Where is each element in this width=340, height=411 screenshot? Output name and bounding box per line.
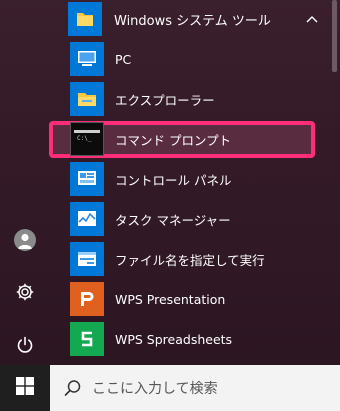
command-prompt-icon: C:\_ bbox=[70, 122, 104, 156]
app-label: エクスプローラー bbox=[115, 92, 215, 108]
search-placeholder: ここに入力して検索 bbox=[92, 381, 218, 397]
folder-icon bbox=[68, 2, 102, 36]
app-item-command-prompt[interactable]: C:\_ コマンド プロンプト bbox=[70, 120, 332, 158]
taskbar: ここに入力して検索 bbox=[0, 365, 340, 411]
app-item-control-panel[interactable]: コントロール パネル bbox=[70, 160, 332, 198]
app-label: コントロール パネル bbox=[115, 172, 232, 188]
power-button[interactable] bbox=[9, 331, 41, 363]
file-explorer-icon bbox=[70, 82, 104, 116]
control-panel-icon bbox=[70, 162, 104, 196]
user-account-button[interactable] bbox=[9, 224, 41, 256]
collapse-chevron-icon[interactable] bbox=[306, 12, 318, 26]
app-item-wps-spreadsheets[interactable]: WPS Spreadsheets bbox=[70, 320, 332, 358]
windows-logo-icon bbox=[16, 377, 34, 399]
computer-icon bbox=[70, 42, 104, 76]
app-item-pc[interactable]: PC bbox=[70, 40, 332, 78]
app-label: PC bbox=[115, 51, 132, 67]
group-label: Windows システム ツール bbox=[114, 13, 271, 29]
search-icon bbox=[64, 379, 82, 397]
app-label: タスク マネージャー bbox=[115, 212, 231, 228]
app-item-wps-presentation[interactable]: WPS Presentation bbox=[70, 280, 332, 318]
app-label: WPS Presentation bbox=[115, 291, 226, 307]
app-list-scrollbar[interactable] bbox=[332, 0, 337, 72]
settings-button[interactable] bbox=[9, 278, 41, 310]
run-icon bbox=[70, 242, 104, 276]
app-item-file-explorer[interactable]: エクスプローラー bbox=[70, 80, 332, 118]
app-label: ファイル名を指定して実行 bbox=[115, 252, 265, 268]
app-label: コマンド プロンプト bbox=[115, 132, 232, 148]
app-item-run[interactable]: ファイル名を指定して実行 bbox=[70, 240, 332, 278]
settings-icon bbox=[15, 282, 35, 306]
user-avatar bbox=[14, 229, 36, 251]
wps-presentation-icon bbox=[70, 282, 104, 316]
start-menu: Windows システム ツール PC エクスプローラー C:\_ コマンド プ… bbox=[0, 0, 340, 365]
start-button[interactable] bbox=[0, 365, 50, 411]
group-windows-system-tools[interactable]: Windows システム ツール bbox=[62, 0, 332, 38]
app-label: WPS Spreadsheets bbox=[115, 331, 233, 347]
taskbar-search-box[interactable]: ここに入力して検索 bbox=[50, 365, 340, 411]
start-left-rail bbox=[0, 0, 50, 365]
svg-text:C:\_: C:\_ bbox=[77, 135, 92, 142]
task-manager-icon bbox=[70, 202, 104, 236]
power-icon bbox=[15, 335, 35, 359]
wps-spreadsheets-icon bbox=[70, 322, 104, 356]
app-item-task-manager[interactable]: タスク マネージャー bbox=[70, 200, 332, 238]
